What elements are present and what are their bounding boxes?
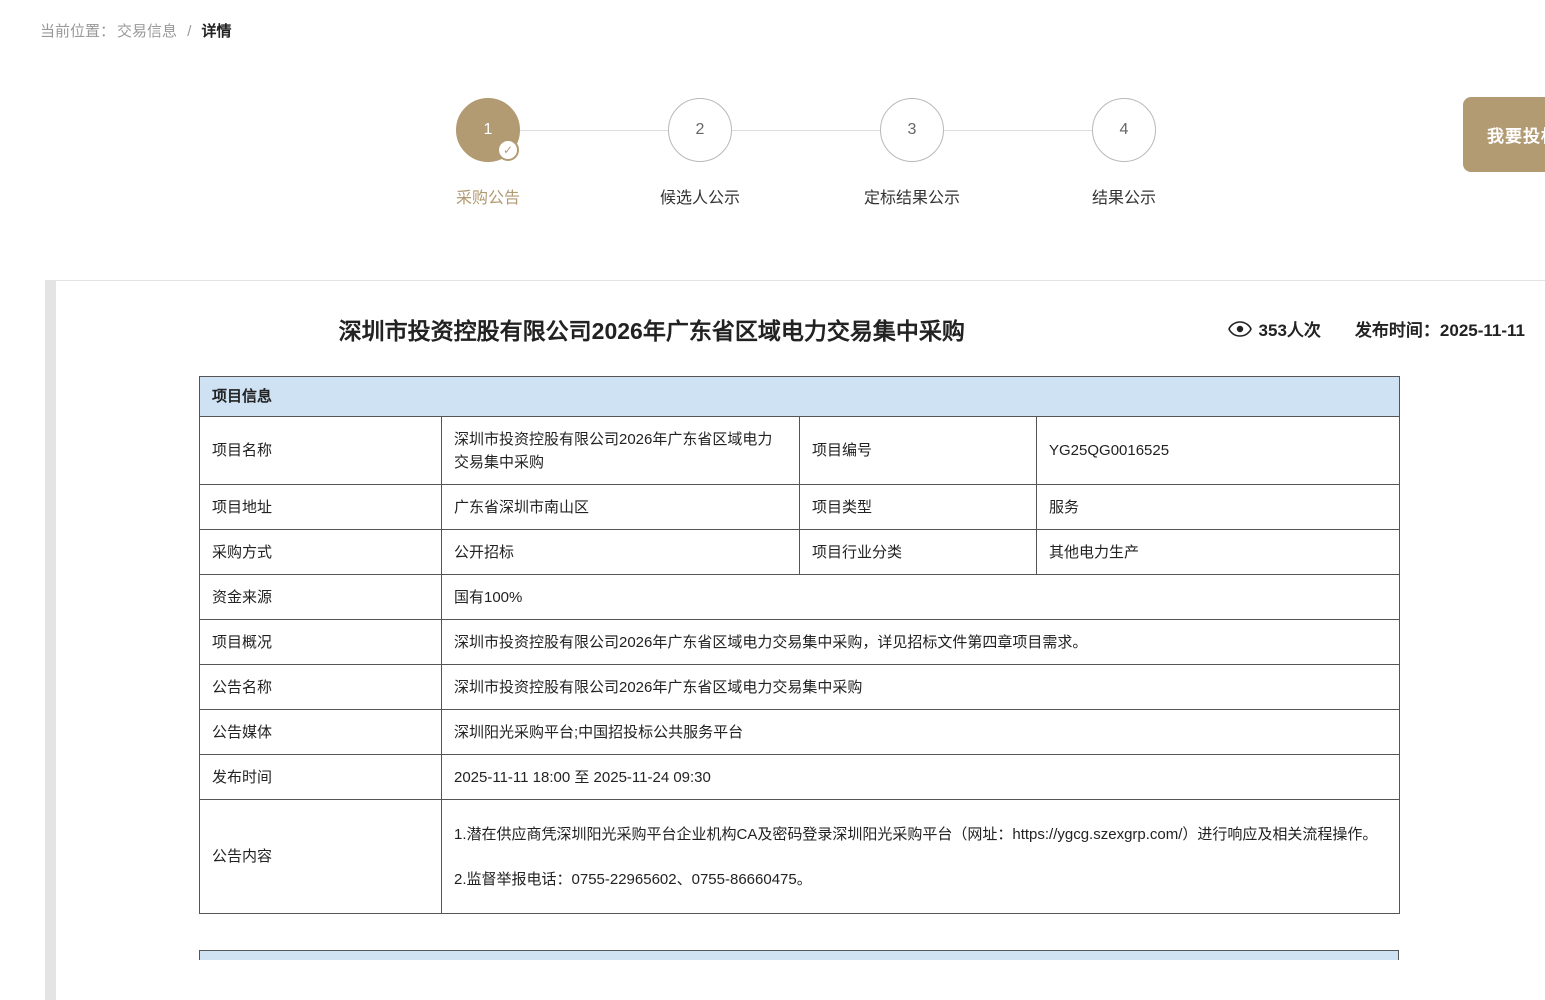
cell-value-publish-period: 2025-11-11 18:00 至 2025-11-24 09:30 xyxy=(442,755,1400,800)
announcement-title: 深圳市投资控股有限公司2026年广东省区域电力交易集中采购 xyxy=(76,312,1228,346)
cell-value-procurement-method: 公开招标 xyxy=(442,530,800,575)
cell-value-industry-category: 其他电力生产 xyxy=(1037,530,1400,575)
process-stepper: 1 ✓ 采购公告 2 候选人公示 3 定标结果公示 4 结果公示 xyxy=(382,98,1230,208)
breadcrumb-prefix: 当前位置： xyxy=(40,23,115,40)
cell-label-project-type: 项目类型 xyxy=(800,485,1037,530)
table-row: 发布时间 2025-11-11 18:00 至 2025-11-24 09:30 xyxy=(200,755,1400,800)
breadcrumb: 当前位置：交易信息 / 详情 xyxy=(40,20,232,41)
cell-value-project-name: 深圳市投资控股有限公司2026年广东省区域电力交易集中采购 xyxy=(442,417,800,485)
step-2-number: 2 xyxy=(696,121,705,139)
step-2-circle: 2 xyxy=(668,98,732,162)
view-count: 353人次 xyxy=(1228,316,1321,341)
step-procurement-announcement: 1 ✓ 采购公告 xyxy=(382,98,594,208)
step-candidate-publicity: 2 候选人公示 xyxy=(594,98,806,208)
table-section-title: 项目信息 xyxy=(200,377,1400,417)
table-row: 项目概况 深圳市投资控股有限公司2026年广东省区域电力交易集中采购，详见招标文… xyxy=(200,620,1400,665)
step-4-number: 4 xyxy=(1120,121,1129,139)
project-info-table: 项目信息 项目名称 深圳市投资控股有限公司2026年广东省区域电力交易集中采购 … xyxy=(199,376,1400,914)
cell-label-project-overview: 项目概况 xyxy=(200,620,442,665)
cell-value-announcement-media: 深圳阳光采购平台;中国招投标公共服务平台 xyxy=(442,710,1400,755)
announcement-content-paragraph-1: 1.潜在供应商凭深圳阳光采购平台企业机构CA及密码登录深圳阳光采购平台（网址：h… xyxy=(454,823,1387,846)
step-4-circle: 4 xyxy=(1092,98,1156,162)
step-2-label: 候选人公示 xyxy=(660,184,740,208)
cell-value-project-address: 广东省深圳市南山区 xyxy=(442,485,800,530)
eye-icon xyxy=(1228,321,1252,337)
cell-label-publish-period: 发布时间 xyxy=(200,755,442,800)
table-row: 采购方式 公开招标 项目行业分类 其他电力生产 xyxy=(200,530,1400,575)
step-3-number: 3 xyxy=(908,121,917,139)
breadcrumb-separator: / xyxy=(187,23,191,40)
step-result-publicity: 4 结果公示 xyxy=(1018,98,1230,208)
step-award-result-publicity: 3 定标结果公示 xyxy=(806,98,1018,208)
cell-value-announcement-name: 深圳市投资控股有限公司2026年广东省区域电力交易集中采购 xyxy=(442,665,1400,710)
step-1-label: 采购公告 xyxy=(456,184,520,208)
table-section-header: 项目信息 xyxy=(200,377,1400,417)
cell-label-project-address: 项目地址 xyxy=(200,485,442,530)
table-row: 资金来源 国有100% xyxy=(200,575,1400,620)
announcement-header: 深圳市投资控股有限公司2026年广东省区域电力交易集中采购 353人次 发布时间… xyxy=(46,281,1545,376)
cell-label-project-number: 项目编号 xyxy=(800,417,1037,485)
cell-label-project-name: 项目名称 xyxy=(200,417,442,485)
view-count-text: 353人次 xyxy=(1259,316,1321,341)
announcement-content-paragraph-2: 2.监督举报电话：0755-22965602、0755-86660475。 xyxy=(454,868,1387,891)
publish-time-label: 发布时间： xyxy=(1355,321,1440,340)
publish-time: 发布时间：2025-11-11 xyxy=(1355,316,1525,341)
card-left-strip xyxy=(46,281,56,1000)
cell-value-announcement-content: 1.潜在供应商凭深圳阳光采购平台企业机构CA及密码登录深圳阳光采购平台（网址：h… xyxy=(442,800,1400,914)
table-row: 公告内容 1.潜在供应商凭深圳阳光采购平台企业机构CA及密码登录深圳阳光采购平台… xyxy=(200,800,1400,914)
next-section-header-partial xyxy=(199,950,1399,960)
cell-label-procurement-method: 采购方式 xyxy=(200,530,442,575)
step-4-label: 结果公示 xyxy=(1092,184,1156,208)
step-1-number: 1 xyxy=(484,121,493,139)
publish-time-date: 2025-11-11 xyxy=(1440,321,1525,340)
table-row: 公告名称 深圳市投资控股有限公司2026年广东省区域电力交易集中采购 xyxy=(200,665,1400,710)
table-row: 项目地址 广东省深圳市南山区 项目类型 服务 xyxy=(200,485,1400,530)
cell-value-project-overview: 深圳市投资控股有限公司2026年广东省区域电力交易集中采购，详见招标文件第四章项… xyxy=(442,620,1400,665)
cell-label-announcement-name: 公告名称 xyxy=(200,665,442,710)
cell-value-project-type: 服务 xyxy=(1037,485,1400,530)
breadcrumb-item-trade-info[interactable]: 交易信息 xyxy=(117,23,177,40)
step-3-circle: 3 xyxy=(880,98,944,162)
table-row: 项目名称 深圳市投资控股有限公司2026年广东省区域电力交易集中采购 项目编号 … xyxy=(200,417,1400,485)
bid-button[interactable]: 我要投标 xyxy=(1463,97,1545,172)
table-row: 公告媒体 深圳阳光采购平台;中国招投标公共服务平台 xyxy=(200,710,1400,755)
step-1-circle: 1 ✓ xyxy=(456,98,520,162)
breadcrumb-item-detail: 详情 xyxy=(202,23,232,40)
cell-value-funding-source: 国有100% xyxy=(442,575,1400,620)
cell-label-announcement-media: 公告媒体 xyxy=(200,710,442,755)
step-1-check-icon: ✓ xyxy=(497,139,519,161)
announcement-card: 深圳市投资控股有限公司2026年广东省区域电力交易集中采购 353人次 发布时间… xyxy=(45,280,1545,1000)
cell-label-announcement-content: 公告内容 xyxy=(200,800,442,914)
step-3-label: 定标结果公示 xyxy=(864,184,960,208)
cell-label-funding-source: 资金来源 xyxy=(200,575,442,620)
cell-value-project-number: YG25QG0016525 xyxy=(1037,417,1400,485)
cell-label-industry-category: 项目行业分类 xyxy=(800,530,1037,575)
